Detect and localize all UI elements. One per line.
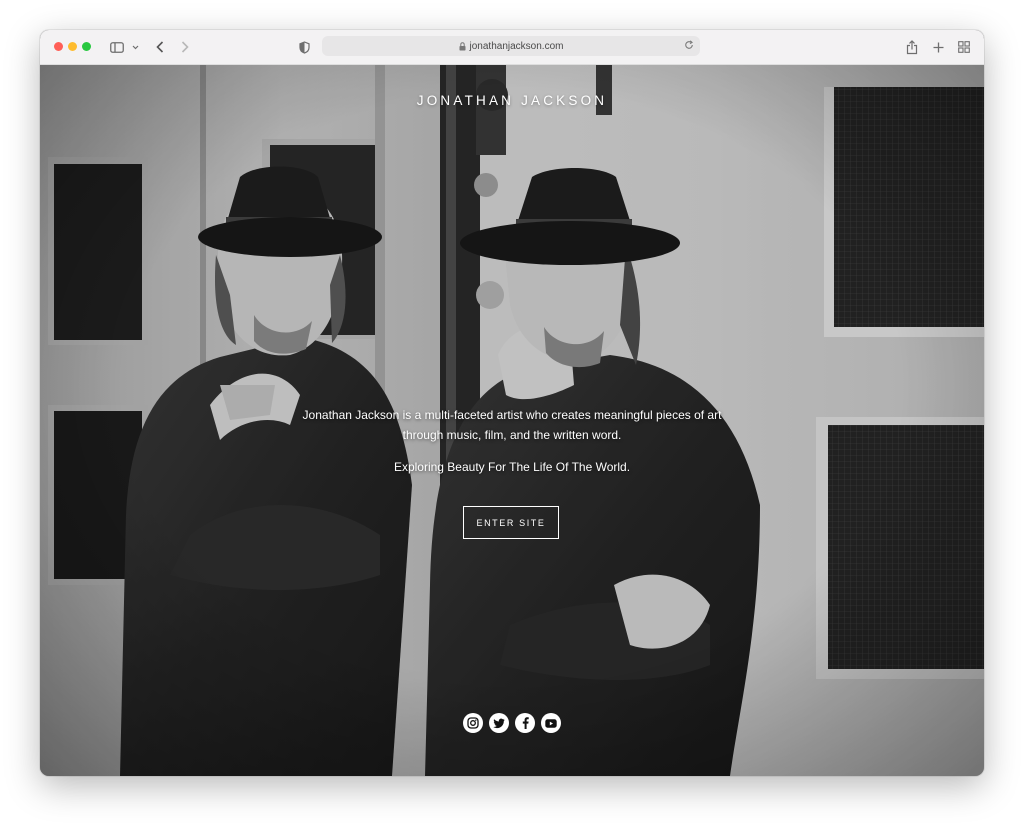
chevron-down-icon[interactable] bbox=[130, 37, 140, 57]
privacy-shield-icon[interactable] bbox=[297, 37, 311, 57]
close-window-button[interactable] bbox=[54, 42, 63, 51]
tagline-line-2: through music, film, and the written wor… bbox=[402, 428, 622, 442]
twitter-icon[interactable] bbox=[489, 713, 509, 733]
enter-site-button[interactable]: ENTER SITE bbox=[463, 506, 559, 539]
address-bar[interactable]: jonathanjackson.com bbox=[322, 36, 700, 56]
site-tagline: Jonathan Jackson is a multi-faceted arti… bbox=[212, 405, 812, 445]
browser-window: jonathanjackson.com JONATHAN JACKSON Jon… bbox=[40, 30, 984, 776]
instagram-icon[interactable] bbox=[463, 713, 483, 733]
tagline-line-1: Jonathan Jackson is a multi-faceted arti… bbox=[302, 408, 722, 422]
youtube-icon[interactable] bbox=[541, 713, 561, 733]
reload-icon[interactable] bbox=[684, 40, 694, 50]
facebook-icon[interactable] bbox=[515, 713, 535, 733]
back-icon[interactable] bbox=[153, 37, 167, 57]
minimize-window-button[interactable] bbox=[68, 42, 77, 51]
share-icon[interactable] bbox=[904, 37, 920, 57]
zoom-window-button[interactable] bbox=[82, 42, 91, 51]
webpage-viewport: JONATHAN JACKSON Jonathan Jackson is a m… bbox=[40, 65, 984, 776]
site-title[interactable]: JONATHAN JACKSON bbox=[40, 93, 984, 108]
sidebar-icon[interactable] bbox=[109, 37, 125, 57]
new-tab-icon[interactable] bbox=[930, 37, 946, 57]
lock-icon bbox=[459, 41, 466, 51]
browser-toolbar: jonathanjackson.com bbox=[40, 30, 984, 65]
address-url: jonathanjackson.com bbox=[469, 40, 564, 52]
site-motto: Exploring Beauty For The Life Of The Wor… bbox=[393, 460, 631, 474]
forward-icon[interactable] bbox=[178, 37, 192, 57]
tab-overview-icon[interactable] bbox=[956, 37, 972, 57]
hero-overlay: JONATHAN JACKSON Jonathan Jackson is a m… bbox=[40, 65, 984, 776]
